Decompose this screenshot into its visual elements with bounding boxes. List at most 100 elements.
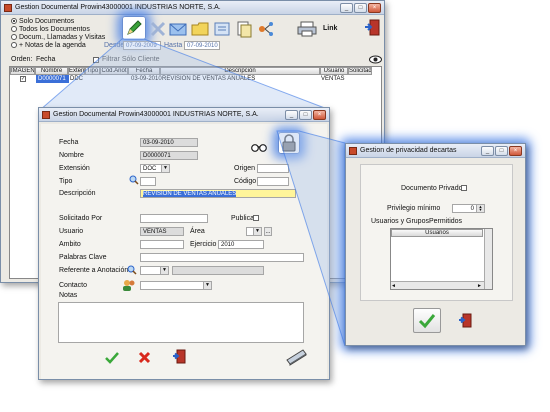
filtrar-label: Filtrar Sólo Cliente — [102, 56, 160, 63]
ejercicio-field[interactable]: 2010 — [218, 240, 264, 249]
privacy-button[interactable] — [278, 132, 300, 154]
document-filter-group: Solo Documentos Todos los Documentos Doc… — [11, 18, 106, 50]
scanner-icon[interactable] — [285, 346, 307, 366]
grid-header-imagen[interactable]: IMAGEN — [10, 67, 35, 75]
extension-label: Extensión — [59, 165, 90, 172]
area-label: Área — [190, 228, 205, 235]
descripcion-field[interactable]: REVISIÓN DE VENTAS ANUALES — [140, 189, 296, 198]
cancel-icon[interactable] — [138, 351, 151, 364]
grid-header-tipo[interactable]: Tipo — [85, 67, 100, 75]
referente-description — [172, 266, 264, 275]
eye-icon[interactable] — [369, 55, 382, 64]
link-label[interactable]: Link — [323, 25, 337, 32]
grid-header-descripcion[interactable]: Descripción — [160, 67, 320, 75]
usuarios-list[interactable]: Usuarios ◄ ► — [390, 228, 493, 290]
row-usuario: VENTAS — [321, 76, 345, 82]
solicitado-field[interactable] — [140, 214, 208, 223]
row-extension: DDC — [70, 76, 83, 82]
contacto-select[interactable]: ▼ — [140, 281, 212, 290]
ambito-field[interactable] — [140, 240, 184, 249]
ok-button[interactable] — [413, 308, 441, 333]
minimize-button[interactable]: _ — [340, 3, 353, 13]
usuarios-header[interactable]: Usuarios — [391, 229, 483, 237]
chevron-down-icon: ▼ — [203, 282, 211, 289]
scrollbar-horizontal[interactable]: ◄ ► — [391, 281, 484, 289]
grid-header-fecha[interactable]: Fecha — [128, 67, 160, 75]
contacts-icon[interactable] — [122, 279, 136, 291]
privacy-window-buttons: _ □ × — [481, 146, 522, 156]
referente-label: Referente a Anotación — [59, 267, 129, 274]
documents-icon[interactable] — [235, 20, 253, 38]
filter-option[interactable]: Docum., Llamadas y Visitas — [11, 34, 106, 42]
ambito-label: Ambito — [59, 241, 81, 248]
maximize-button[interactable]: □ — [495, 146, 508, 156]
printer-icon[interactable] — [297, 21, 317, 37]
hasta-field[interactable]: 07-09-2010 — [184, 41, 220, 50]
table-row[interactable]: ✓ D0000071 DDC 03-09-2010 REVISIÓN DE VE… — [10, 75, 372, 83]
codigo-field[interactable] — [257, 177, 289, 186]
binoculars-icon[interactable] — [251, 141, 267, 152]
hasta-label: Hasta — [164, 42, 183, 49]
row-fecha: 03-09-2010 — [131, 76, 162, 82]
filter-option[interactable]: Solo Documentos — [11, 18, 106, 26]
search-icon[interactable] — [127, 265, 137, 275]
palabras-field[interactable] — [140, 253, 304, 262]
close-button[interactable]: × — [368, 3, 381, 13]
imagen-checkbox[interactable]: ✓ — [20, 76, 26, 82]
fecha-label: Fecha — [59, 139, 79, 146]
notas-textarea[interactable] — [58, 302, 304, 343]
detail-window-buttons: _ □ × — [285, 110, 326, 120]
filtrar-checkbox[interactable] — [93, 57, 99, 63]
grid-header-extension[interactable]: Extensi — [68, 67, 85, 75]
usuario-field[interactable]: VENTAS — [140, 227, 184, 236]
folder-icon[interactable] — [191, 20, 209, 38]
delete-icon[interactable] — [149, 20, 167, 38]
orden-value[interactable]: Fecha — [36, 56, 55, 63]
pencil-icon — [127, 20, 142, 35]
exit-icon[interactable] — [172, 349, 186, 364]
descripcion-value: REVISIÓN DE VENTAS ANUALES — [143, 191, 237, 197]
maximize-button[interactable]: □ — [354, 3, 367, 13]
minimize-button[interactable]: _ — [481, 146, 494, 156]
minimize-button[interactable]: _ — [285, 110, 298, 120]
close-button[interactable]: × — [509, 146, 522, 156]
app-icon — [349, 147, 357, 155]
orden-label: Orden: — [11, 56, 33, 63]
edit-button[interactable] — [122, 16, 146, 40]
origen-field[interactable] — [257, 164, 289, 173]
tipo-field[interactable] — [140, 177, 156, 186]
close-button[interactable]: × — [313, 110, 326, 120]
exit-icon[interactable] — [364, 19, 380, 36]
nombre-field[interactable]: D0000071 — [140, 151, 198, 160]
maximize-button[interactable]: □ — [299, 110, 312, 120]
attach-icon[interactable] — [213, 20, 231, 38]
chevron-down-icon: ▼ — [160, 267, 168, 274]
privacy-window: Gestion de privacidad decartas _ □ × Doc… — [345, 143, 526, 346]
ok-icon[interactable] — [105, 351, 119, 364]
filter-option[interactable]: + Notas de la agenda — [11, 42, 106, 50]
search-icon[interactable] — [129, 175, 139, 185]
privilegio-stepper[interactable]: 0 ▲ ▼ — [452, 204, 485, 213]
area-select[interactable]: ▼ — [246, 227, 262, 236]
desde-field[interactable]: 07-09-2009 — [123, 41, 161, 50]
privacy-titlebar: Gestion de privacidad decartas _ □ × — [346, 144, 525, 158]
exit-icon[interactable] — [458, 313, 472, 328]
spinner-icon[interactable]: ▲ ▼ — [476, 205, 484, 212]
filter-option[interactable]: Todos los Documentos — [11, 26, 106, 34]
scrollbar[interactable] — [484, 229, 492, 289]
area-browse-button[interactable]: ... — [264, 227, 272, 236]
nombre-label: Nombre — [59, 152, 84, 159]
grid-header-usuario[interactable]: Usuario — [320, 67, 348, 75]
referente-select[interactable]: ▼ — [140, 266, 169, 275]
extension-select[interactable]: DOC ▼ — [140, 164, 170, 173]
publicar-checkbox[interactable] — [253, 215, 259, 221]
flow-icon[interactable] — [257, 20, 275, 38]
grid-header-codanot[interactable]: Cód.Anot — [100, 67, 128, 75]
email-icon[interactable] — [169, 20, 187, 38]
lock-icon — [282, 134, 296, 152]
doc-privado-checkbox[interactable] — [461, 185, 467, 191]
fecha-field[interactable]: 03-09-2010 — [140, 138, 198, 147]
extension-value: DOC — [143, 166, 157, 172]
grid-header-solicitado[interactable]: Solicitad — [348, 67, 372, 75]
grid-header-nombre[interactable]: Nombre — [35, 67, 68, 75]
